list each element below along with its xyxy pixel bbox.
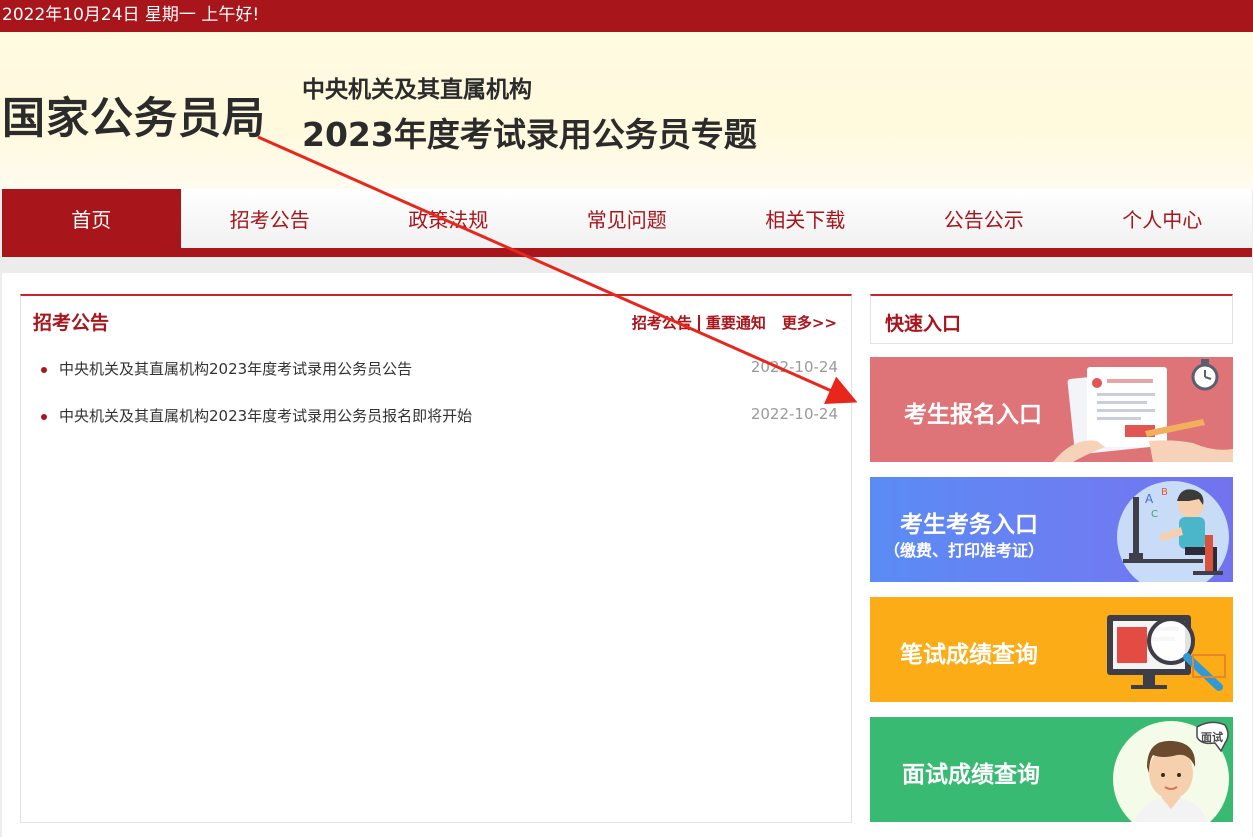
nav-item-downloads[interactable]: 相关下载 <box>716 189 895 248</box>
site-header: 国家公务员局 中央机关及其直属机构 2023年度考试录用公务员专题 <box>0 32 1253 189</box>
recruitment-news-panel: 招考公告 招考公告 重要通知 更多>> 中央机关及其直属机构2023年度考试录用… <box>20 294 852 823</box>
candidate-exam-affairs-sub: （缴费、打印准考证） <box>884 541 1045 560</box>
interview-score-query-button[interactable]: 面试成绩查询 面试 <box>870 717 1233 822</box>
magnifier-monitor-icon <box>1107 615 1226 691</box>
list-item[interactable]: 中央机关及其直属机构2023年度考试录用公务员报名即将开始 2022-10-24 <box>21 405 851 452</box>
news-tab-recruitment[interactable]: 招考公告 <box>632 312 692 333</box>
nav-divider <box>2 248 1252 257</box>
interview-badge-text: 面试 <box>1201 730 1223 744</box>
svg-text:C: C <box>1151 509 1158 520</box>
site-logo-text[interactable]: 国家公务员局 <box>2 84 266 146</box>
candidate-exam-affairs-button[interactable]: 考生考务入口 （缴费、打印准考证） A B C <box>870 477 1233 582</box>
date-greeting-bar: 2022年10月24日 星期一 上午好! <box>0 0 1253 32</box>
svg-text:B: B <box>1161 487 1168 498</box>
candidate-exam-affairs-label: 考生考务入口 <box>900 512 1038 538</box>
date-greeting-text: 2022年10月24日 星期一 上午好! <box>2 5 260 25</box>
application-form-icon <box>1053 359 1233 462</box>
bullet-icon <box>41 367 47 373</box>
nav-item-recruitment[interactable]: 招考公告 <box>181 189 360 248</box>
news-tab-important[interactable]: 重要通知 <box>706 312 766 333</box>
main-nav: 首页 招考公告 政策法规 常见问题 相关下载 公告公示 个人中心 <box>2 189 1252 248</box>
nav-item-home[interactable]: 首页 <box>2 189 181 248</box>
news-item-title[interactable]: 中央机关及其直属机构2023年度考试录用公务员公告 <box>59 358 412 379</box>
nav-item-policies[interactable]: 政策法规 <box>359 189 538 248</box>
news-list: 中央机关及其直属机构2023年度考试录用公务员公告 2022-10-24 中央机… <box>21 358 851 452</box>
interview-score-query-label: 面试成绩查询 <box>902 762 1040 788</box>
bullet-icon <box>41 414 47 420</box>
quick-entry-title: 快速入口 <box>885 313 962 335</box>
news-item-date: 2022-10-24 <box>750 358 838 376</box>
nav-item-notices[interactable]: 公告公示 <box>895 189 1074 248</box>
quick-entry-header: 快速入口 <box>870 294 1233 344</box>
interview-person-icon: 面试 <box>1113 721 1229 822</box>
nav-item-personal-center[interactable]: 个人中心 <box>1073 189 1252 248</box>
written-score-query-button[interactable]: 笔试成绩查询 <box>870 597 1233 702</box>
student-at-computer-icon: A B C <box>1117 481 1229 582</box>
news-panel-title: 招考公告 <box>33 312 110 334</box>
news-item-date: 2022-10-24 <box>750 405 838 423</box>
news-panel-links: 招考公告 重要通知 更多>> <box>632 312 837 333</box>
news-more-link[interactable]: 更多>> <box>782 312 837 333</box>
news-tab-separator <box>697 314 700 331</box>
header-subtitle-line2: 2023年度考试录用公务员专题 <box>302 115 757 154</box>
news-item-title[interactable]: 中央机关及其直属机构2023年度考试录用公务员报名即将开始 <box>59 405 472 426</box>
header-subtitle-line1: 中央机关及其直属机构 <box>302 77 532 103</box>
written-score-query-label: 笔试成绩查询 <box>900 642 1038 668</box>
nav-item-faq[interactable]: 常见问题 <box>538 189 717 248</box>
candidate-registration-label: 考生报名入口 <box>904 402 1042 428</box>
candidate-registration-button[interactable]: 考生报名入口 <box>870 357 1233 462</box>
list-item[interactable]: 中央机关及其直属机构2023年度考试录用公务员公告 2022-10-24 <box>21 358 851 405</box>
svg-text:A: A <box>1145 492 1154 506</box>
